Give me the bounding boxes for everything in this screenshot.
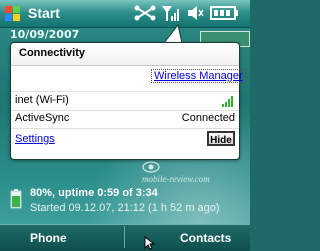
settings-link[interactable]: Settings — [15, 133, 55, 145]
connection-row-wifi[interactable]: inet (Wi-Fi) — [11, 91, 239, 111]
connection-name: inet (Wi-Fi) — [15, 94, 69, 106]
wifi-signal-icon — [222, 96, 233, 107]
watermark-logo-icon — [142, 161, 160, 173]
popup-title: Connectivity — [19, 47, 86, 59]
connection-row-activesync[interactable]: ActiveSync Connected — [11, 110, 239, 129]
wireless-manager-link[interactable]: Wireless Manager — [151, 69, 246, 83]
connection-name: ActiveSync — [15, 112, 70, 124]
connectivity-popup: Connectivity Wireless Manager inet (Wi-F… — [10, 42, 246, 160]
connectivity-icon[interactable] — [134, 4, 156, 22]
speaker-muted-icon[interactable] — [186, 4, 204, 22]
battery-status-icon — [10, 189, 22, 209]
signal-strength-icon[interactable] — [160, 4, 182, 22]
contacts-softkey[interactable]: Contacts — [180, 231, 231, 245]
softkey-divider — [124, 226, 125, 248]
watermark-text: mobile-review.com — [142, 174, 210, 184]
popup-pointer — [162, 24, 183, 44]
phone-softkey[interactable]: Phone — [30, 231, 67, 245]
popup-header: Connectivity — [11, 43, 239, 66]
windows-start-icon[interactable] — [4, 5, 21, 22]
hide-button[interactable]: Hide — [207, 131, 235, 146]
mouse-pointer-icon — [144, 236, 156, 250]
battery-uptime-text[interactable]: 80%, uptime 0:59 of 3:34 — [30, 187, 158, 199]
started-time-text[interactable]: Started 09.12.07, 21:12 (1 h 52 m ago) — [30, 202, 220, 214]
battery-icon[interactable] — [210, 4, 240, 22]
connection-state: Connected — [181, 112, 235, 124]
start-menu-label[interactable]: Start — [28, 5, 60, 21]
